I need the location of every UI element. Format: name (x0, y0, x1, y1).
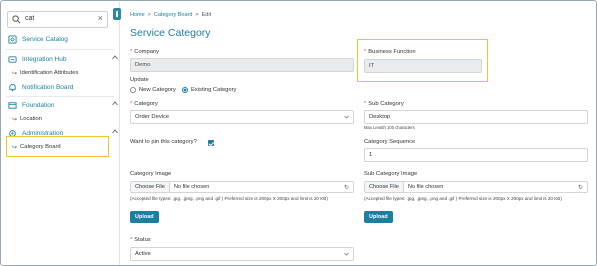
business-function-label: * Business Function (364, 49, 416, 55)
chevron-up-icon[interactable] (112, 101, 118, 106)
radio-existing-category[interactable]: Existing Category (182, 87, 236, 93)
status-select[interactable]: Active (130, 247, 354, 261)
sidebar-item-label: Identification Attributes (20, 70, 79, 76)
sidebar-item-integration-hub[interactable]: Integration Hub (8, 52, 120, 66)
bell-icon (9, 83, 16, 91)
category-sequence-field[interactable]: 1 (364, 148, 588, 162)
sub-arrow-icon: ↪ (12, 116, 18, 123)
required-marker: * (364, 49, 367, 55)
radio-button[interactable] (130, 87, 136, 93)
category-sequence-label: Category Sequence (364, 139, 416, 145)
sub-category-note: Max Length 100 characters (364, 125, 415, 129)
sub-category-image-file-input[interactable]: Choose File No file chosen ↻ (364, 181, 588, 193)
file-status: No file chosen (173, 184, 210, 190)
sidebar-item-label: Location (20, 116, 42, 122)
sidebar-item-notification-board[interactable]: Notification Board (8, 80, 73, 94)
radio-new-category[interactable]: New Category (130, 87, 176, 93)
status-label: * Status (130, 237, 151, 243)
choose-file-button[interactable]: Choose File (131, 182, 170, 192)
sub-category-field[interactable]: Desktop (364, 110, 588, 124)
category-label: * Category (130, 101, 158, 107)
sidebar-item-label: Notification Board (22, 83, 74, 91)
sidebar-item-service-catalog[interactable]: Service Catalog (8, 32, 68, 46)
refresh-icon[interactable]: ↻ (578, 184, 583, 191)
chevron-down-icon (344, 252, 349, 256)
search-input[interactable]: cat × (7, 11, 108, 28)
app-window: cat × Service Catalog Integration Hub ↪ … (0, 0, 597, 266)
service-catalog-icon (8, 34, 17, 44)
choose-file-button[interactable]: Choose File (365, 182, 404, 192)
sidebar: cat × Service Catalog Integration Hub ↪ … (2, 2, 120, 265)
required-marker: * (130, 237, 133, 243)
update-label: Update (130, 77, 149, 83)
sub-category-image-label: Sub Category Image (364, 171, 418, 177)
search-icon (12, 15, 21, 24)
integration-hub-icon (8, 55, 17, 63)
sidebar-item-label: Foundation (22, 101, 55, 109)
divider (6, 49, 114, 50)
breadcrumb-separator: > (147, 12, 151, 18)
sub-category-image-upload-button[interactable]: Upload (364, 211, 393, 223)
chevron-up-icon[interactable] (112, 55, 118, 60)
sub-arrow-icon: ↪ (12, 70, 18, 77)
required-marker: * (130, 101, 133, 107)
file-status: No file chosen (407, 184, 444, 190)
sidebar-item-location[interactable]: ↪ Location (12, 113, 42, 125)
company-label: * Company (130, 49, 160, 55)
category-image-file-input[interactable]: Choose File No file chosen ↻ (130, 181, 354, 193)
category-select[interactable]: Order Device (130, 110, 354, 124)
sidebar-item-label: Integration Hub (22, 55, 67, 63)
divider (6, 96, 114, 97)
sidebar-item-label: Service Catalog (22, 35, 68, 43)
foundation-icon (8, 101, 17, 109)
required-marker: * (130, 49, 133, 55)
refresh-icon[interactable]: ↻ (344, 184, 349, 191)
main-content: Home > Category Board > Edit Service Cat… (127, 1, 596, 265)
clear-search-icon[interactable]: × (98, 13, 103, 23)
sidebar-item-foundation[interactable]: Foundation (8, 98, 120, 112)
search-value: cat (25, 15, 35, 22)
sub-category-label: * Sub Category (364, 101, 404, 107)
category-image-hint: (Accepted file types: .jpg, .jpeg, .png … (130, 196, 328, 201)
sub-category-image-hint: (Accepted file types: .jpg, .jpeg, .png … (364, 196, 562, 201)
category-image-upload-button[interactable]: Upload (130, 211, 159, 223)
category-image-label: Category Image (130, 171, 172, 177)
breadcrumb-home[interactable]: Home (130, 12, 145, 18)
company-field: Demo (130, 58, 354, 72)
chevron-up-icon[interactable] (112, 129, 118, 134)
radio-button-selected[interactable] (182, 87, 188, 93)
pin-checkbox[interactable] (208, 140, 214, 146)
breadcrumb-category-board[interactable]: Category Board (154, 12, 193, 18)
business-function-field: IT (364, 59, 482, 73)
chevron-down-icon (344, 115, 349, 119)
breadcrumb-current: Edit (201, 12, 212, 18)
breadcrumb: Home > Category Board > Edit (130, 12, 211, 18)
page-title: Service Category (130, 27, 211, 39)
sidebar-item-identification-attributes[interactable]: ↪ Identification Attributes (12, 67, 78, 79)
highlight-category-board (6, 136, 109, 157)
pin-label: Want to pin this category? (130, 139, 197, 145)
breadcrumb-separator: > (195, 12, 199, 18)
sidebar-collapse-handle[interactable] (113, 8, 121, 20)
required-marker: * (364, 101, 367, 107)
